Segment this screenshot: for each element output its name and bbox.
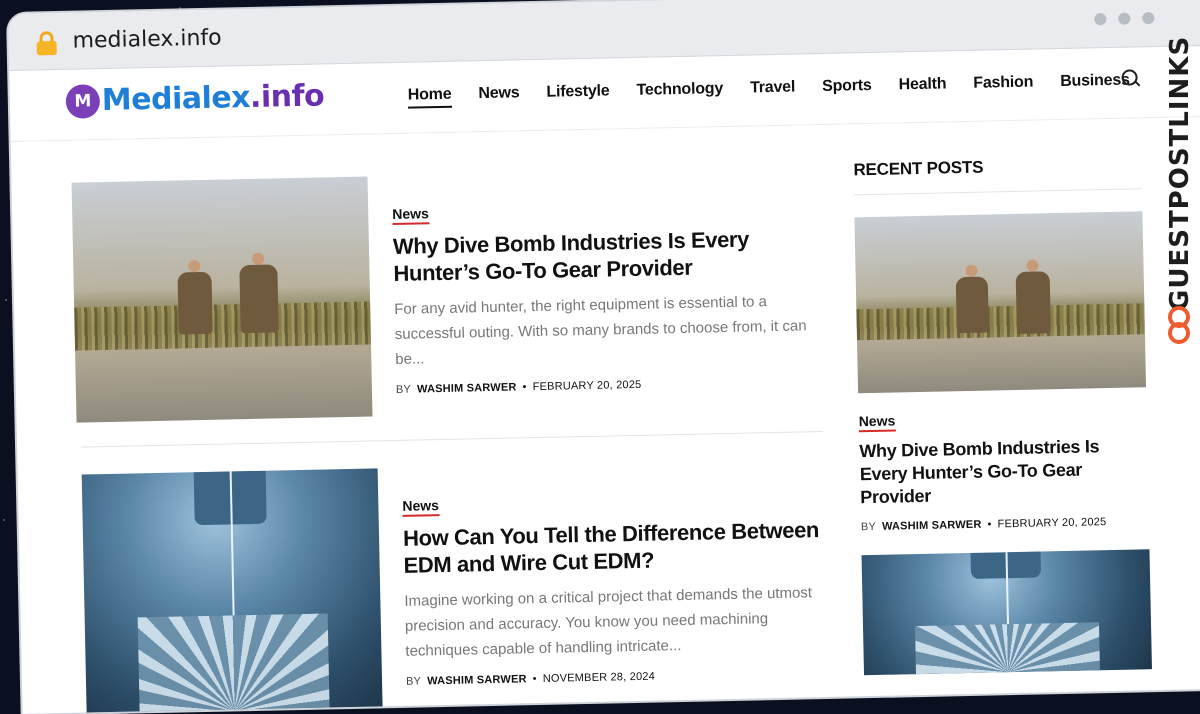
- post-thumbnail[interactable]: [71, 176, 373, 423]
- watermark-text: GUESTPOSTLINKS: [1165, 35, 1195, 311]
- sidebar-heading: RECENT POSTS: [853, 157, 984, 180]
- logo-mark-icon: M: [65, 83, 101, 119]
- browser-window: medialex.info M Medialex.info Home News …: [8, 0, 1200, 714]
- site-logo[interactable]: M Medialex.info: [65, 78, 325, 119]
- sidebar-post-author[interactable]: WASHIM SARWER: [882, 519, 982, 533]
- main-nav: Home News Lifestyle Technology Travel Sp…: [407, 72, 1130, 109]
- divider: [853, 188, 1142, 196]
- nav-technology[interactable]: Technology: [636, 80, 723, 104]
- sidebar-post-date: FEBRUARY 20, 2025: [997, 516, 1107, 531]
- sidebar-post-title[interactable]: Why Dive Bomb Industries Is Every Hunter…: [859, 434, 1148, 509]
- post-card: News How Can You Tell the Difference Bet…: [81, 459, 847, 714]
- address-bar[interactable]: medialex.info: [72, 26, 222, 54]
- window-controls: [1094, 11, 1155, 26]
- nav-lifestyle[interactable]: Lifestyle: [546, 82, 610, 105]
- post-title[interactable]: Why Dive Bomb Industries Is Every Hunter…: [393, 224, 814, 287]
- link-icon: [1168, 306, 1190, 346]
- post-date: FEBRUARY 20, 2025: [532, 378, 642, 394]
- nav-news[interactable]: News: [478, 84, 519, 107]
- post-title[interactable]: How Can You Tell the Difference Between …: [403, 516, 824, 579]
- nav-business[interactable]: Business: [1060, 72, 1130, 95]
- window-dot-icon[interactable]: [1118, 12, 1131, 25]
- post-card: News Why Dive Bomb Industries Is Every H…: [71, 167, 837, 423]
- post-author[interactable]: WASHIM SARWER: [427, 673, 527, 687]
- sidebar-post-category[interactable]: News: [858, 412, 896, 433]
- post-excerpt: Imagine working on a critical project th…: [404, 584, 813, 660]
- post-thumbnail[interactable]: [81, 468, 383, 714]
- divider: [81, 431, 823, 448]
- nav-health[interactable]: Health: [898, 75, 946, 98]
- post-meta: BY WASHIM SARWER • FEBRUARY 20, 2025: [395, 378, 642, 396]
- window-dot-icon[interactable]: [1094, 13, 1107, 26]
- watermark: GUESTPOSTLINKS: [1160, 36, 1200, 356]
- nav-travel[interactable]: Travel: [750, 79, 796, 102]
- lock-icon: [36, 31, 57, 56]
- post-meta: BY WASHIM SARWER • NOVEMBER 28, 2024: [405, 670, 656, 688]
- search-icon[interactable]: [1121, 69, 1141, 89]
- post-category[interactable]: News: [402, 497, 440, 517]
- window-dot-icon[interactable]: [1142, 11, 1155, 25]
- post-category[interactable]: News: [392, 205, 430, 225]
- nav-sports[interactable]: Sports: [822, 77, 872, 100]
- nav-home[interactable]: Home: [407, 85, 452, 109]
- sidebar: RECENT POSTS News Why Dive Bomb Industri…: [853, 154, 1152, 676]
- sidebar-thumbnail[interactable]: [861, 549, 1152, 676]
- sidebar-post-meta: BY WASHIM SARWER • FEBRUARY 20, 2025: [860, 516, 1107, 534]
- nav-fashion[interactable]: Fashion: [973, 74, 1033, 97]
- post-date: NOVEMBER 28, 2024: [542, 670, 656, 685]
- post-excerpt: For any avid hunter, the right equipment…: [394, 293, 807, 368]
- sidebar-thumbnail[interactable]: [854, 211, 1147, 394]
- post-author[interactable]: WASHIM SARWER: [417, 381, 517, 395]
- logo-text: Medialex.info: [101, 78, 325, 119]
